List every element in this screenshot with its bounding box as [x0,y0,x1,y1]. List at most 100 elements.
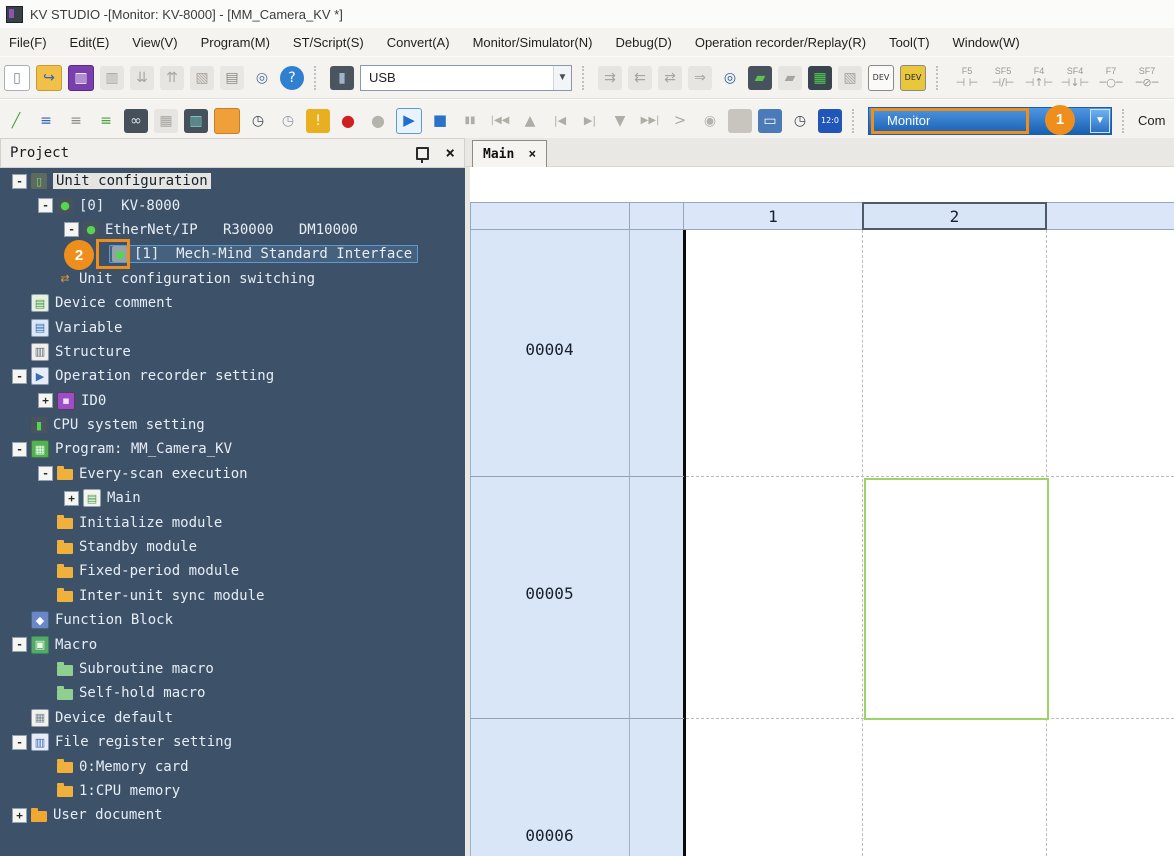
record-disabled-icon[interactable]: ● [366,109,390,133]
menu-item-file[interactable]: File(F) [9,35,47,50]
usb-connect-icon[interactable]: ▮ [330,66,354,90]
step-down-icon[interactable]: ▼ [608,109,632,133]
menu-item-program[interactable]: Program(M) [201,35,270,50]
monitor-mode-selector[interactable]: Monitor1▼ [868,107,1112,135]
skip-first-icon[interactable]: |◀◀ [488,109,512,133]
continue-icon[interactable]: > [668,109,692,133]
chevron-down-icon[interactable]: ▼ [553,66,571,90]
screen-alert-icon[interactable]: ! [306,109,330,133]
import-icon[interactable]: ⇊ [130,66,154,90]
save-as-icon[interactable]: ▥ [100,66,124,90]
grid-column-header-3[interactable]: 3 [1046,202,1174,230]
tree-item-user-document[interactable]: +User document [0,803,465,827]
tree-item-fixed-period-module[interactable]: +Fixed-period module [0,559,465,583]
menu-item-monitor-simulator[interactable]: Monitor/Simulator(N) [473,35,593,50]
tree-item-operation-recorder-setting[interactable]: -▶Operation recorder setting [0,364,465,388]
tree-item-initialize-module[interactable]: +Initialize module [0,510,465,534]
print-preview-icon[interactable]: ◎ [250,66,274,90]
help-icon[interactable]: ? [280,66,304,90]
fkey-f5-contact[interactable]: F5⊣ ⊢ [952,62,982,94]
replay-pause-icon[interactable]: ▮▮ [458,109,482,133]
rung-list-icon[interactable]: ≡ [34,109,58,133]
tree-item-unit-configuration-switching[interactable]: +⇄Unit configuration switching [0,267,465,291]
partial-transfer-icon[interactable]: ⇒ [688,66,712,90]
registration-monitor-icon[interactable]: ▦ [154,109,178,133]
simulator-icon[interactable]: ▰ [778,66,802,90]
replay-play-icon[interactable]: ▶ [396,108,422,134]
tree-item-program-mm-camera-kv[interactable]: -▦Program: MM_Camera_KV [0,437,465,461]
replay-stop-icon[interactable]: ■ [428,109,452,133]
tree-item-id0[interactable]: +▪ID0 [0,389,465,413]
tree-item-main-module[interactable]: +▤Main [0,486,465,510]
tree-item-unit-configuration[interactable]: -▯Unit configuration [0,169,465,193]
watch-window-icon[interactable]: ∞ [124,109,148,133]
collapse-icon[interactable]: - [12,174,27,189]
tree-item-function-block[interactable]: +◆Function Block [0,608,465,632]
close-panel-icon[interactable]: × [445,145,455,161]
skip-last-icon[interactable]: ▶▶| [638,109,662,133]
tree-item-device-comment[interactable]: +▤Device comment [0,291,465,315]
collapse-icon[interactable]: - [12,442,27,457]
tree-item-file-register-setting[interactable]: -▥File register setting [0,730,465,754]
record-icon[interactable]: ● [336,109,360,133]
save-icon[interactable]: ▥ [68,65,94,91]
tree-item-structure[interactable]: +▥Structure [0,340,465,364]
tree-item-ethernet-ip-unit[interactable]: -●EtherNet/IP R30000 DM10000 [0,218,465,242]
collapse-icon[interactable]: - [38,466,53,481]
pause-scan-icon[interactable]: ◉ [698,109,722,133]
menu-item-operation-recorder-replay[interactable]: Operation recorder/Replay(R) [695,35,866,50]
dev-monitor-active-icon[interactable]: DEV [900,65,926,91]
export-icon[interactable]: ⇈ [160,66,184,90]
tree-item-standby-module[interactable]: +Standby module [0,535,465,559]
menu-item-view[interactable]: View(V) [132,35,177,50]
menu-item-tool[interactable]: Tool(T) [889,35,929,50]
rung-number[interactable]: 00006 [470,826,629,845]
tree-item-subroutine-macro[interactable]: +Subroutine macro [0,657,465,681]
grid-header-margin[interactable] [629,202,684,230]
cut-icon[interactable]: ▧ [190,66,214,90]
step-back-icon[interactable]: |◀ [548,109,572,133]
copy-monitor-icon[interactable]: ▧ [838,66,862,90]
device-monitor-icon[interactable]: ▥ [184,109,208,133]
rung-number[interactable]: 00005 [470,584,629,603]
tree-item-every-scan-execution[interactable]: -Every-scan execution [0,462,465,486]
collapse-icon[interactable]: - [64,222,79,237]
selected-ladder-cell[interactable] [864,478,1049,720]
trace-stopwatch-icon[interactable]: ◷ [246,109,270,133]
menu-item-st-script[interactable]: ST/Script(S) [293,35,364,50]
expand-icon[interactable]: + [64,491,79,506]
menu-item-debug[interactable]: Debug(D) [615,35,671,50]
tree-item-device-default[interactable]: +▦Device default [0,706,465,730]
tree-item-inter-unit-sync-module[interactable]: +Inter-unit sync module [0,584,465,608]
list-edit-icon[interactable]: ≡ [94,109,118,133]
menu-item-window[interactable]: Window(W) [953,35,1020,50]
menu-item-convert[interactable]: Convert(A) [387,35,450,50]
collapse-icon[interactable]: - [12,637,27,652]
clock-icon[interactable]: ◷ [788,109,812,133]
step-up-icon[interactable]: ▲ [518,109,542,133]
grid-column-header-2-selected[interactable]: 2 [862,202,1047,230]
tree-item-cpu-system-setting[interactable]: +▮CPU system setting [0,413,465,437]
ladder-edit-icon[interactable]: ╱ [4,109,28,133]
fkey-sf7-out-not-coil[interactable]: SF7─⊘─ [1132,62,1162,94]
collapse-icon[interactable]: - [12,735,27,750]
tree-item-variable[interactable]: +▤Variable [0,315,465,339]
tab-close-icon[interactable]: × [528,147,536,162]
read-from-plc-icon[interactable]: ⇇ [628,66,652,90]
expand-icon[interactable]: + [38,393,53,408]
step-forward-icon[interactable]: ▶| [578,109,602,133]
fkey-sf5-contact-closed[interactable]: SF5⊣/⊢ [988,62,1018,94]
connection-selector[interactable]: USB▼ [360,65,572,91]
update-monitor-icon[interactable]: ▭ [758,109,782,133]
transfer-to-plc-icon[interactable]: ⇉ [598,66,622,90]
tree-item-macro[interactable]: -▣Macro [0,632,465,656]
collapse-icon[interactable]: - [12,369,27,384]
device-map-icon[interactable]: ▦ [808,66,832,90]
monitor-search-icon[interactable]: ◎ [718,66,742,90]
hold-hand-icon[interactable] [728,109,752,133]
new-file-icon[interactable]: ▯ [4,65,30,91]
fkey-f8-vertical-line[interactable]: F8│ [1168,62,1174,94]
grid-column-header-1[interactable]: 1 [683,202,863,230]
expand-icon[interactable]: + [12,808,27,823]
forced-set-hand-icon[interactable] [214,108,240,134]
